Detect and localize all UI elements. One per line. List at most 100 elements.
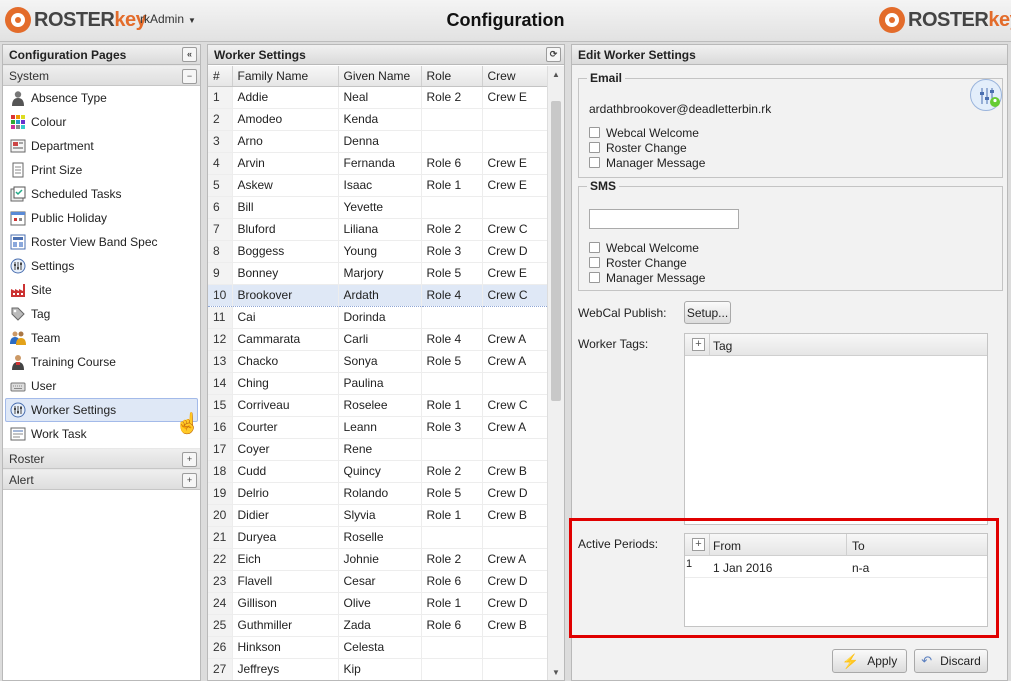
table-row[interactable]: 14 Ching Paulina bbox=[208, 372, 547, 395]
nav-item-worker-settings[interactable]: Worker Settings ☝ bbox=[5, 398, 200, 435]
family-name-cell: Chacko bbox=[232, 350, 339, 373]
checkbox[interactable] bbox=[589, 127, 600, 138]
table-row[interactable]: 11 Cai Dorinda bbox=[208, 306, 547, 329]
expand-icon[interactable]: + bbox=[182, 452, 197, 467]
table-row[interactable]: 20 Didier Slyvia Role 1 Crew B bbox=[208, 504, 547, 527]
family-name-cell: Hinkson bbox=[232, 636, 339, 659]
table-row[interactable]: 2 Amodeo Kenda bbox=[208, 108, 547, 131]
given-name-cell: Kip bbox=[338, 658, 422, 680]
nav-item-site[interactable]: Site bbox=[3, 278, 200, 302]
apply-button[interactable]: ⚡ Apply bbox=[832, 649, 907, 673]
setup-button[interactable]: Setup... bbox=[684, 301, 731, 324]
column-header-family-name[interactable]: Family Name bbox=[232, 66, 339, 87]
table-row[interactable]: 10 Brookover Ardath Role 4 Crew C bbox=[208, 283, 547, 307]
column-header-tag[interactable]: Tag bbox=[713, 339, 732, 353]
checkbox[interactable] bbox=[589, 142, 600, 153]
given-name-cell: Roselle bbox=[338, 526, 422, 549]
row-number: 2 bbox=[208, 108, 233, 131]
scroll-down-icon[interactable]: ▼ bbox=[552, 668, 560, 677]
expand-icon[interactable]: + bbox=[182, 473, 197, 488]
team-icon bbox=[10, 330, 26, 346]
sms-input[interactable] bbox=[589, 209, 739, 229]
crew-cell: Crew D bbox=[482, 482, 547, 505]
crew-cell: Crew D bbox=[482, 592, 547, 615]
section-system[interactable]: System − bbox=[3, 65, 200, 86]
crew-cell: Crew E bbox=[482, 86, 547, 109]
section-alert[interactable]: Alert + bbox=[3, 469, 200, 490]
nav-item-tag[interactable]: Tag bbox=[3, 302, 200, 326]
nav-item-user[interactable]: User bbox=[3, 374, 200, 398]
role-cell: Role 1 bbox=[421, 592, 483, 615]
checkbox[interactable] bbox=[589, 242, 600, 253]
discard-button[interactable]: ↶ Discard bbox=[914, 649, 988, 673]
table-row[interactable]: 23 Flavell Cesar Role 6 Crew D bbox=[208, 570, 547, 593]
nav-item-work-task[interactable]: Work Task bbox=[3, 422, 200, 446]
table-row[interactable]: 21 Duryea Roselle bbox=[208, 526, 547, 549]
sms-fieldset: SMS Webcal Welcome Roster Change Manager… bbox=[578, 179, 1003, 291]
nav-item-scheduled-tasks[interactable]: Scheduled Tasks bbox=[3, 182, 200, 206]
table-row[interactable]: 12 Cammarata Carli Role 4 Crew A bbox=[208, 328, 547, 351]
table-row[interactable]: 4 Arvin Fernanda Role 6 Crew E bbox=[208, 152, 547, 175]
nav-item-training-course[interactable]: Training Course bbox=[3, 350, 200, 374]
collapse-icon[interactable]: − bbox=[182, 69, 197, 84]
worktask-icon bbox=[10, 426, 26, 442]
worker-grid-scrollbar[interactable]: ▲ ▼ bbox=[547, 66, 564, 680]
table-row[interactable]: 16 Courter Leann Role 3 Crew A bbox=[208, 416, 547, 439]
column-header-given-name[interactable]: Given Name bbox=[338, 66, 422, 87]
checkbox[interactable] bbox=[589, 272, 600, 283]
table-row[interactable]: 1 Addie Neal Role 2 Crew E bbox=[208, 86, 547, 109]
column-header-crew[interactable]: Crew bbox=[482, 66, 547, 87]
nav-item-colour[interactable]: Colour bbox=[3, 110, 200, 134]
table-row[interactable]: 19 Delrio Rolando Role 5 Crew D bbox=[208, 482, 547, 505]
role-cell: Role 5 bbox=[421, 482, 483, 505]
table-row[interactable]: 17 Coyer Rene bbox=[208, 438, 547, 461]
column-header-role[interactable]: Role bbox=[421, 66, 483, 87]
section-roster[interactable]: Roster + bbox=[3, 448, 200, 469]
double-chevron-left-icon[interactable]: « bbox=[182, 47, 197, 62]
crew-cell: Crew E bbox=[482, 174, 547, 197]
row-number: 15 bbox=[208, 394, 233, 417]
sms-manager-message-checkbox[interactable]: Manager Message bbox=[589, 270, 705, 285]
role-cell: Role 3 bbox=[421, 240, 483, 263]
column-header-number[interactable]: # bbox=[208, 66, 233, 87]
family-name-cell: Arvin bbox=[232, 152, 339, 175]
sms-webcal-welcome-checkbox[interactable]: Webcal Welcome bbox=[589, 240, 705, 255]
add-tag-icon[interactable]: + bbox=[692, 338, 705, 351]
email-manager-message-checkbox[interactable]: Manager Message bbox=[589, 155, 705, 170]
scroll-thumb[interactable] bbox=[551, 101, 561, 401]
table-row[interactable]: 26 Hinkson Celesta bbox=[208, 636, 547, 659]
sms-roster-change-checkbox[interactable]: Roster Change bbox=[589, 255, 705, 270]
nav-item-department[interactable]: Department bbox=[3, 134, 200, 158]
scroll-up-icon[interactable]: ▲ bbox=[552, 70, 560, 79]
nav-item-print-size[interactable]: Print Size bbox=[3, 158, 200, 182]
checkbox[interactable] bbox=[589, 157, 600, 168]
table-row[interactable]: 5 Askew Isaac Role 1 Crew E bbox=[208, 174, 547, 197]
crew-cell: Crew B bbox=[482, 504, 547, 527]
row-number: 3 bbox=[208, 130, 233, 153]
table-row[interactable]: 7 Bluford Liliana Role 2 Crew C bbox=[208, 218, 547, 241]
table-row[interactable]: 15 Corriveau Roselee Role 1 Crew C bbox=[208, 394, 547, 417]
nav-item-settings[interactable]: Settings bbox=[3, 254, 200, 278]
given-name-cell: Rolando bbox=[338, 482, 422, 505]
table-row[interactable]: 25 Guthmiller Zada Role 6 Crew B bbox=[208, 614, 547, 637]
table-row[interactable]: 3 Arno Denna bbox=[208, 130, 547, 153]
table-row[interactable]: 18 Cudd Quincy Role 2 Crew B bbox=[208, 460, 547, 483]
table-row[interactable]: 22 Eich Johnie Role 2 Crew A bbox=[208, 548, 547, 571]
crew-cell bbox=[482, 438, 547, 461]
checkbox[interactable] bbox=[589, 257, 600, 268]
table-row[interactable]: 24 Gillison Olive Role 1 Crew D bbox=[208, 592, 547, 615]
row-number: 16 bbox=[208, 416, 233, 439]
table-row[interactable]: 9 Bonney Marjory Role 5 Crew E bbox=[208, 262, 547, 285]
table-row[interactable]: 6 Bill Yevette bbox=[208, 196, 547, 219]
nav-item-team[interactable]: Team bbox=[3, 326, 200, 350]
email-webcal-welcome-checkbox[interactable]: Webcal Welcome bbox=[589, 125, 705, 140]
refresh-icon[interactable]: ⟳ bbox=[546, 47, 561, 62]
nav-item-roster-view-band-spec[interactable]: Roster View Band Spec bbox=[3, 230, 200, 254]
email-roster-change-checkbox[interactable]: Roster Change bbox=[589, 140, 705, 155]
config-pages-panel: Configuration Pages « System − Absence T… bbox=[2, 44, 201, 681]
nav-item-absence-type[interactable]: Absence Type bbox=[3, 86, 200, 110]
nav-item-public-holiday[interactable]: Public Holiday bbox=[3, 206, 200, 230]
table-row[interactable]: 8 Boggess Young Role 3 Crew D bbox=[208, 240, 547, 263]
table-row[interactable]: 13 Chacko Sonya Role 5 Crew A bbox=[208, 350, 547, 373]
table-row[interactable]: 27 Jeffreys Kip bbox=[208, 658, 547, 680]
